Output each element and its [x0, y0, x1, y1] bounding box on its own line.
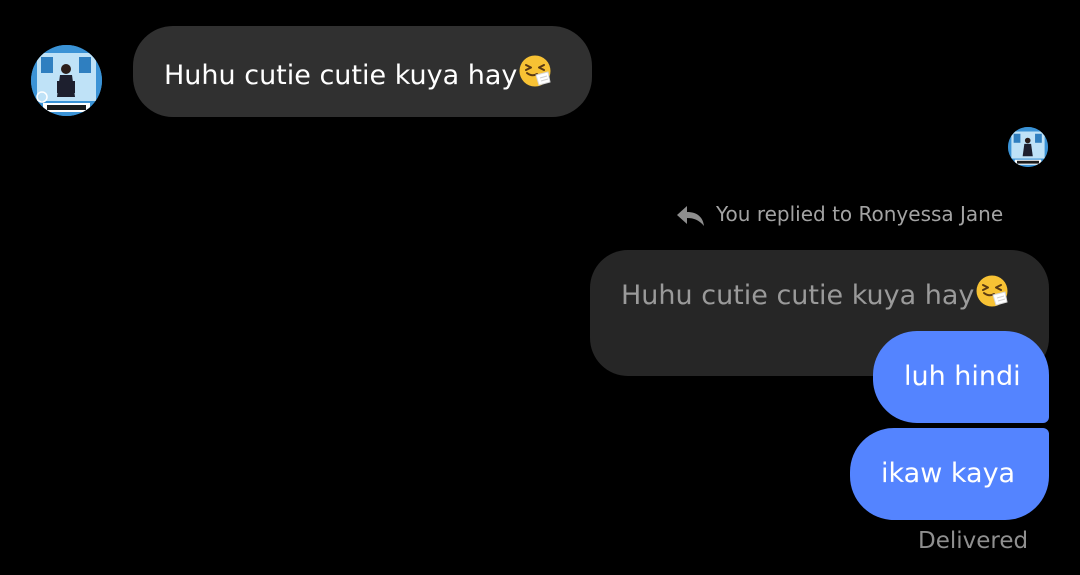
seen-avatar	[1008, 127, 1048, 167]
sneezing-face-emoji-icon	[975, 274, 1009, 313]
outgoing-message-bubble[interactable]: ikaw kaya	[850, 428, 1049, 520]
outgoing-message-text: luh hindi	[904, 361, 1021, 392]
sneezing-face-emoji-icon	[518, 54, 552, 93]
reply-indicator-text: You replied to Ronyessa Jane	[716, 202, 1004, 226]
reply-indicator: You replied to Ronyessa Jane	[676, 201, 1003, 230]
contact-avatar[interactable]	[31, 45, 102, 116]
incoming-message-text: Huhu cutie cutie kuya hay	[164, 60, 518, 91]
outgoing-message-text: ikaw kaya	[881, 458, 1016, 489]
delivery-status: Delivered	[918, 528, 1029, 554]
contact-avatar-photo-icon	[31, 45, 102, 116]
quoted-message-text: Huhu cutie cutie kuya hay	[621, 280, 975, 311]
outgoing-message-bubble[interactable]: luh hindi	[873, 331, 1049, 423]
reply-arrow-icon	[676, 204, 706, 233]
incoming-message-bubble[interactable]: Huhu cutie cutie kuya hay	[133, 26, 592, 117]
seen-avatar-photo-icon	[1008, 127, 1048, 167]
